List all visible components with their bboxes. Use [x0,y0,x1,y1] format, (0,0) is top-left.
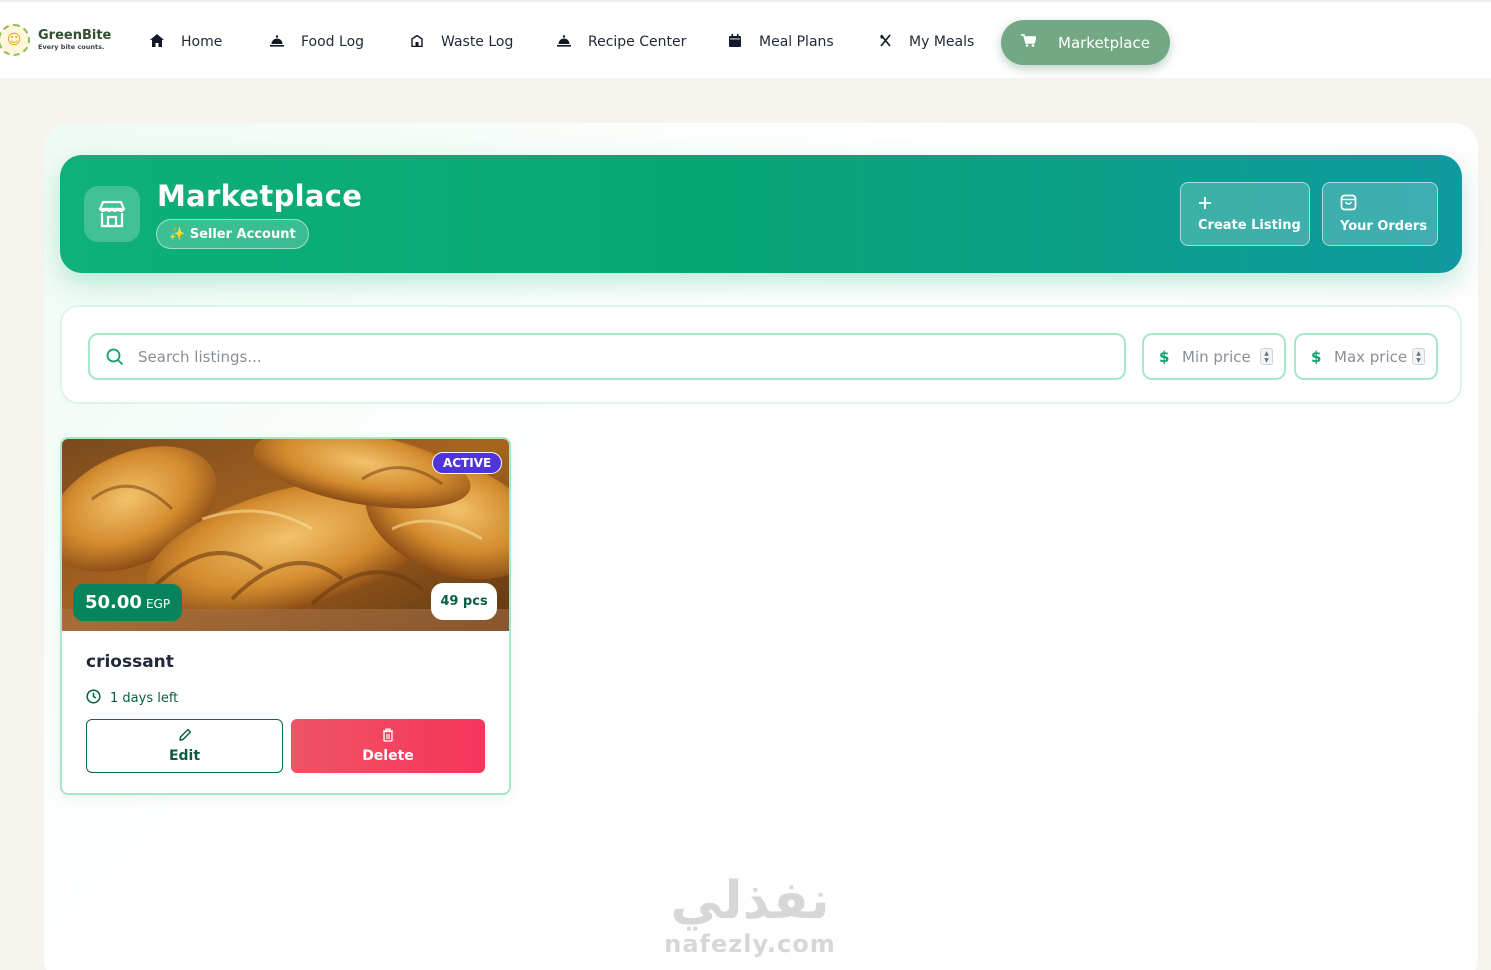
croissant-photo: ACTIVE 50.00 EGP 49 pcs [62,439,509,631]
nav-label: Food Log [301,34,365,50]
brand[interactable]: ☺ GreenBite Every bite counts. [0,24,111,56]
calendar-icon [727,34,743,50]
min-price-field[interactable]: $ ▲▼ [1142,333,1286,380]
edit-label: Edit [168,748,201,764]
nav-active-label: Marketplace [1058,33,1150,52]
brand-name: GreenBite [38,27,112,43]
number-spinner[interactable]: ▲ ▼ [1260,348,1273,365]
shopping-bag-icon [1340,194,1357,215]
number-spinner[interactable]: ▲ ▼ [1412,348,1425,365]
search-field[interactable] [88,333,1126,380]
watermark-latin: nafezly.com [664,930,836,958]
nav-item-meal-plans[interactable]: Meal Plans [727,30,834,54]
quantity-badge: 49 pcs [431,583,497,620]
dollar-icon: $ [1159,347,1170,366]
page-title: Marketplace [157,179,363,213]
clock-icon [86,689,101,708]
nav-label: Waste Log [441,34,514,50]
nav-item-my-meals[interactable]: My Meals [877,30,974,54]
pencil-icon [178,728,192,746]
cart-icon [1021,34,1038,51]
price-badge: 50.00 EGP [73,584,183,621]
delete-label: Delete [362,748,414,764]
create-listing-button[interactable]: Create Listing [1180,182,1310,246]
filter-bar: $ ▲▼ $ ▲▼ [60,305,1462,404]
nav-item-recipe-center[interactable]: Recipe Center [556,30,686,54]
delete-button[interactable]: Delete [291,719,485,773]
marketplace-hero: Marketplace ✨ Seller Account Create List… [60,155,1462,273]
listing-card[interactable]: ACTIVE 50.00 EGP 49 pcs criossant 1 days… [60,437,511,795]
watermark-arabic: نفذلي [670,871,830,931]
min-price-input[interactable] [1182,347,1260,366]
nav-item-home[interactable]: Home [149,30,222,54]
cloche-icon [269,34,285,50]
seller-account-badge: ✨ Seller Account [156,219,309,249]
status-badge: ACTIVE [432,452,503,474]
utensils-icon [877,34,893,50]
nav-label: Home [181,34,223,50]
max-price-input[interactable] [1334,347,1412,366]
brand-tagline: Every bite counts. [38,42,105,51]
nav-label: My Meals [909,34,975,50]
plus-icon [1198,196,1212,214]
top-navbar: ☺ GreenBite Every bite counts. Home Food… [0,0,1491,78]
nav-item-food-log[interactable]: Food Log [269,30,364,54]
listing-title: criossant [86,652,174,672]
nav-item-waste-log[interactable]: Waste Log [409,30,513,54]
store-icon [84,186,140,242]
nav-item-marketplace[interactable]: Marketplace [1001,20,1170,65]
days-left-text: 1 days left [110,691,179,706]
bin-icon [409,34,425,50]
dollar-icon: $ [1311,347,1322,366]
search-icon [106,348,124,366]
cloche-icon [556,34,572,50]
search-input[interactable] [138,347,1098,366]
your-orders-label: Your Orders [1340,219,1428,234]
nafezly-watermark: نفذلي nafezly.com [655,872,845,958]
price-value: 50.00 [85,592,142,613]
edit-button[interactable]: Edit [86,719,283,773]
home-icon [149,34,165,50]
nav-label: Meal Plans [759,34,834,50]
create-listing-label: Create Listing [1198,217,1301,233]
expiry-info: 1 days left [86,689,178,708]
greenbite-logo: ☺ [0,24,30,56]
trash-icon [382,728,394,746]
nav-label: Recipe Center [588,34,687,50]
your-orders-button[interactable]: Your Orders [1322,182,1438,246]
max-price-field[interactable]: $ ▲▼ [1294,333,1438,380]
price-currency: EGP [145,597,171,611]
